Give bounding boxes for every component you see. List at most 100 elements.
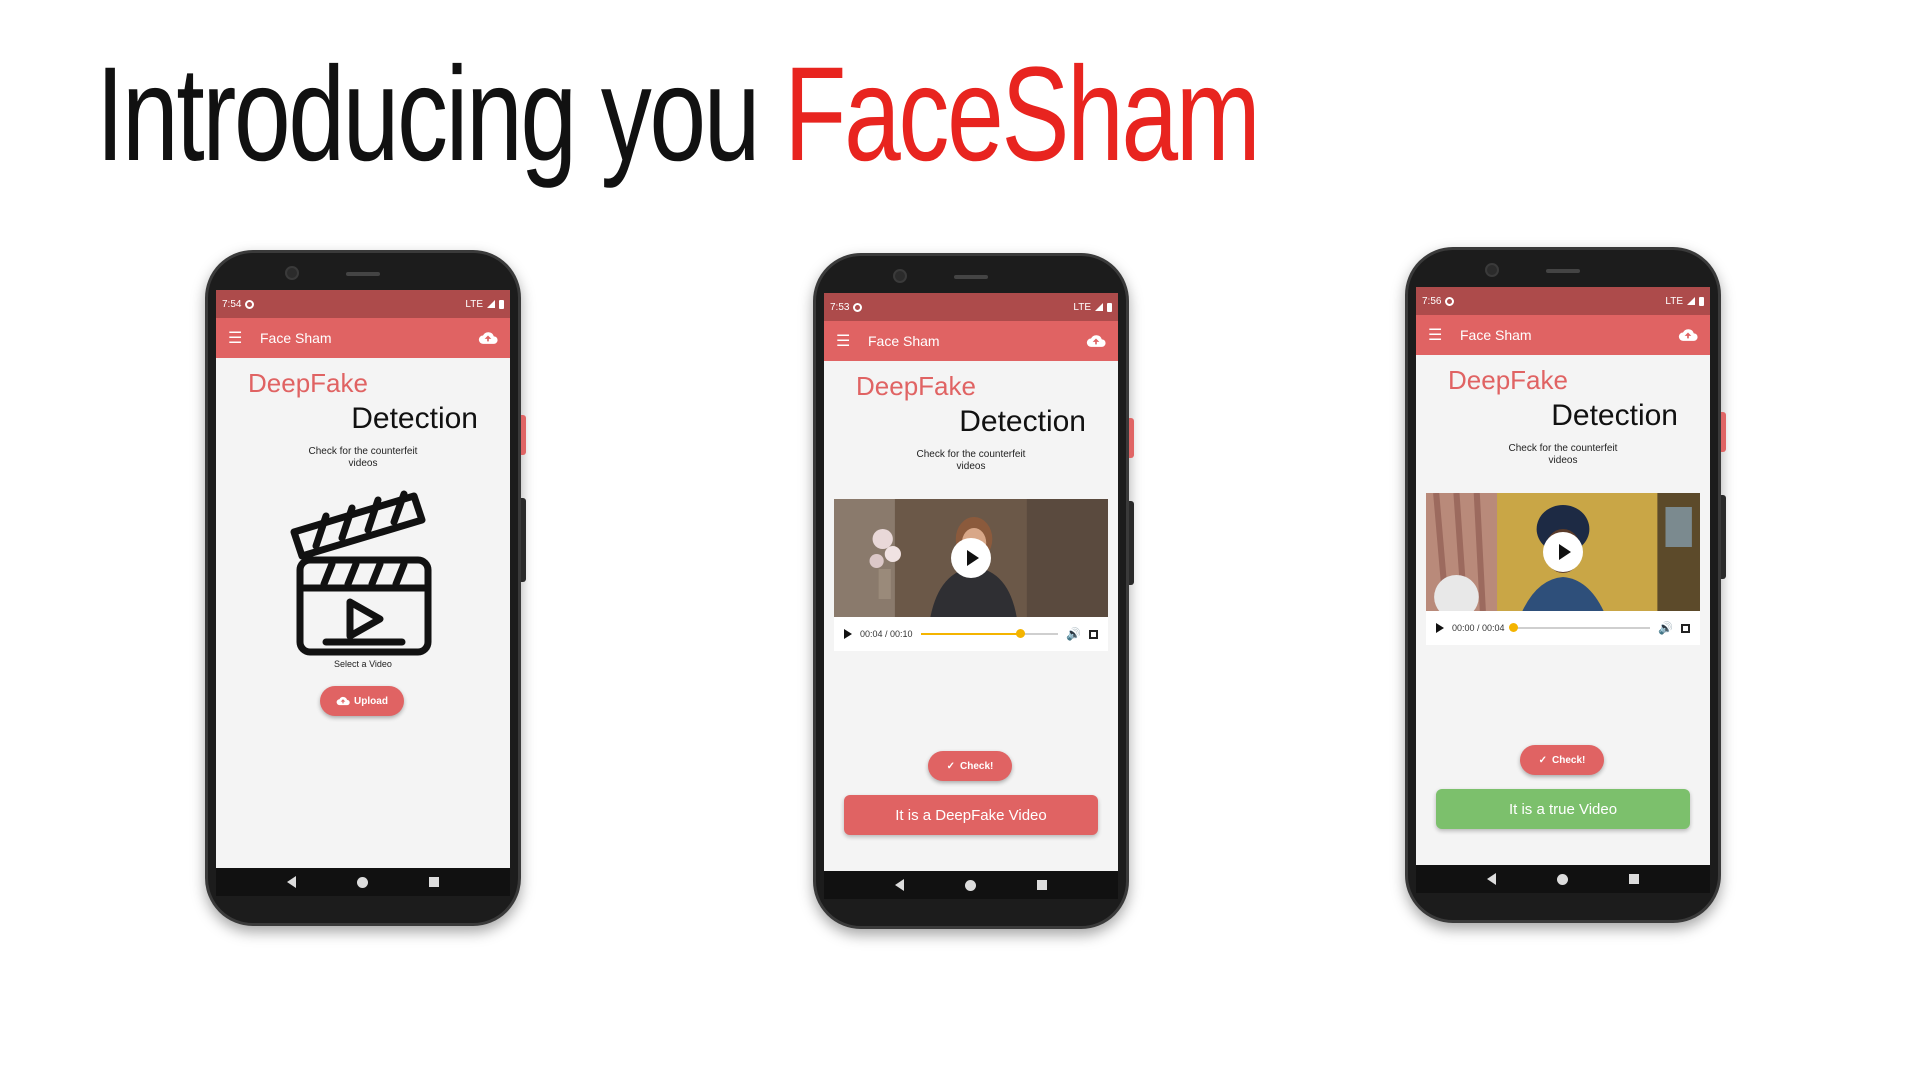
front-camera bbox=[1485, 263, 1499, 277]
video-time: 00:00 / 00:04 bbox=[1452, 623, 1505, 633]
check-label: Check! bbox=[1552, 754, 1586, 766]
seek-bar[interactable] bbox=[920, 629, 1059, 638]
nav-back-icon[interactable] bbox=[286, 876, 296, 888]
nav-recents-icon[interactable] bbox=[429, 877, 440, 887]
cloud-upload-icon bbox=[336, 696, 350, 706]
seek-bar-thumb[interactable] bbox=[1015, 629, 1025, 638]
volume-button bbox=[521, 498, 526, 582]
check-button[interactable]: ✓ Check! bbox=[928, 751, 1012, 781]
subtitle: Check for the counterfeit videos bbox=[824, 449, 1118, 473]
heading-deepfake: DeepFake bbox=[856, 371, 976, 401]
front-camera bbox=[893, 269, 907, 283]
seek-bar[interactable] bbox=[1508, 623, 1651, 632]
hamburger-menu-icon[interactable]: ☰ bbox=[1428, 325, 1456, 345]
subtitle: Check for the counterfeit videos bbox=[1416, 443, 1710, 467]
phone-true-result: 7:56 LTE ☰ Face Sham DeepFake Detection … bbox=[1405, 247, 1726, 923]
heading-detection: Detection bbox=[959, 405, 1086, 438]
notification-icon bbox=[1445, 296, 1455, 306]
volume-icon[interactable]: 🔊 bbox=[1658, 621, 1673, 635]
check-label: Check! bbox=[960, 760, 994, 772]
front-camera bbox=[285, 266, 299, 280]
volume-button bbox=[1721, 495, 1726, 579]
power-button bbox=[1129, 418, 1134, 458]
earpiece-speaker bbox=[954, 275, 988, 279]
heading-deepfake: DeepFake bbox=[248, 368, 368, 398]
app-title: Face Sham bbox=[260, 330, 332, 346]
play-overlay-button[interactable] bbox=[1543, 532, 1583, 572]
subtitle: Check for the counterfeit videos bbox=[216, 446, 510, 470]
video-player[interactable] bbox=[834, 499, 1108, 617]
signal-icon bbox=[1687, 297, 1695, 305]
nav-home-icon[interactable] bbox=[1556, 873, 1568, 885]
notification-icon bbox=[853, 302, 863, 312]
nav-recents-icon[interactable] bbox=[1037, 880, 1048, 890]
fullscreen-icon[interactable] bbox=[1089, 629, 1098, 639]
status-time: 7:53 bbox=[830, 301, 850, 313]
power-button bbox=[521, 415, 526, 455]
earpiece-speaker bbox=[1546, 269, 1580, 273]
subtitle-line-1: Check for the counterfeit bbox=[308, 446, 418, 457]
subtitle-line-2: videos bbox=[1548, 455, 1578, 466]
status-time: 7:54 bbox=[222, 298, 242, 310]
heading-deepfake: DeepFake bbox=[1448, 365, 1568, 395]
nav-back-icon[interactable] bbox=[1486, 873, 1496, 885]
nav-home-icon[interactable] bbox=[356, 876, 368, 888]
video-player[interactable] bbox=[1426, 493, 1700, 611]
cloud-upload-icon[interactable] bbox=[1678, 328, 1698, 342]
battery-icon bbox=[1699, 296, 1704, 306]
headline-brand: FaceSham bbox=[784, 40, 1260, 189]
result-banner-deepfake: It is a DeepFake Video bbox=[844, 795, 1098, 835]
play-icon[interactable] bbox=[844, 629, 852, 639]
nav-back-icon[interactable] bbox=[894, 879, 904, 891]
hamburger-menu-icon[interactable]: ☰ bbox=[228, 328, 256, 348]
volume-icon[interactable]: 🔊 bbox=[1066, 627, 1081, 641]
video-controls: 00:00 / 00:04 🔊 bbox=[1426, 611, 1700, 645]
phone-screen: 7:53 LTE ☰ Face Sham DeepFake Detection … bbox=[824, 293, 1118, 879]
subtitle-line-2: videos bbox=[956, 461, 986, 472]
app-title: Face Sham bbox=[868, 333, 940, 349]
network-label: LTE bbox=[1665, 295, 1683, 307]
phone-screen: 7:56 LTE ☰ Face Sham DeepFake Detection … bbox=[1416, 287, 1710, 873]
select-video-label: Select a Video bbox=[334, 659, 392, 669]
seek-bar-fill bbox=[920, 633, 1020, 635]
app-bar: ☰ Face Sham bbox=[1416, 315, 1710, 355]
clapperboard-icon[interactable] bbox=[286, 490, 436, 658]
play-overlay-button[interactable] bbox=[951, 538, 991, 578]
seek-bar-thumb[interactable] bbox=[1508, 623, 1518, 632]
earpiece-speaker bbox=[346, 272, 380, 276]
cloud-upload-icon[interactable] bbox=[1086, 334, 1106, 348]
status-bar: 7:53 LTE bbox=[824, 293, 1118, 321]
video-time: 00:04 / 00:10 bbox=[860, 629, 913, 639]
cloud-upload-icon[interactable] bbox=[478, 331, 498, 345]
upload-label: Upload bbox=[354, 695, 388, 707]
play-icon bbox=[1559, 544, 1571, 560]
signal-icon bbox=[1095, 303, 1103, 311]
fullscreen-icon[interactable] bbox=[1681, 623, 1690, 633]
play-icon[interactable] bbox=[1436, 623, 1444, 633]
status-bar: 7:56 LTE bbox=[1416, 287, 1710, 315]
app-title: Face Sham bbox=[1460, 327, 1532, 343]
heading-detection: Detection bbox=[1551, 399, 1678, 432]
video-controls: 00:04 / 00:10 🔊 bbox=[834, 617, 1108, 651]
headline-prefix: Introducing you bbox=[96, 40, 760, 189]
subtitle-line-2: videos bbox=[348, 458, 378, 469]
nav-home-icon[interactable] bbox=[964, 879, 976, 891]
heading-detection: Detection bbox=[351, 402, 478, 435]
app-bar: ☰ Face Sham bbox=[216, 318, 510, 358]
hamburger-menu-icon[interactable]: ☰ bbox=[836, 331, 864, 351]
battery-icon bbox=[499, 299, 504, 309]
android-nav-bar bbox=[824, 871, 1118, 899]
status-bar: 7:54 LTE bbox=[216, 290, 510, 318]
network-label: LTE bbox=[465, 298, 483, 310]
nav-recents-icon[interactable] bbox=[1629, 874, 1640, 884]
upload-button[interactable]: Upload bbox=[320, 686, 404, 716]
checkmark-icon: ✓ bbox=[1538, 754, 1548, 766]
subtitle-line-1: Check for the counterfeit bbox=[1508, 443, 1618, 454]
page-headline: Introducing you FaceSham bbox=[96, 40, 1261, 190]
subtitle-line-1: Check for the counterfeit bbox=[916, 449, 1026, 460]
phone-deepfake-result: 7:53 LTE ☰ Face Sham DeepFake Detection … bbox=[813, 253, 1134, 929]
check-button[interactable]: ✓ Check! bbox=[1520, 745, 1604, 775]
play-icon bbox=[967, 550, 979, 566]
signal-icon bbox=[487, 300, 495, 308]
app-bar: ☰ Face Sham bbox=[824, 321, 1118, 361]
